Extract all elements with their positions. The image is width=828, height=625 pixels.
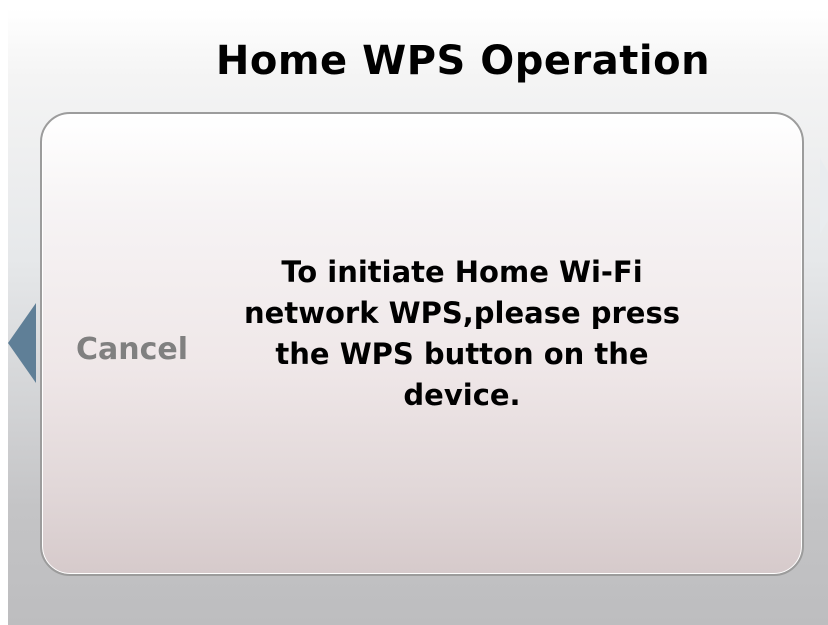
dialog-message: To initiate Home Wi-Fi network WPS,pleas… bbox=[244, 255, 680, 412]
wps-dialog: Cancel To initiate Home Wi-Fi network WP… bbox=[40, 112, 804, 576]
page-title: Home WPS Operation bbox=[215, 38, 711, 84]
screen: Home WPS Operation Cancel To initiate Ho… bbox=[8, 8, 828, 625]
next-arrow-icon bbox=[820, 158, 828, 234]
cancel-button[interactable]: Cancel bbox=[76, 332, 188, 367]
back-arrow-icon[interactable] bbox=[8, 303, 36, 383]
